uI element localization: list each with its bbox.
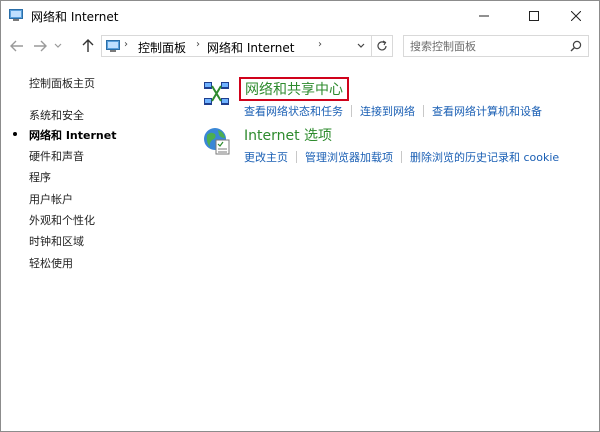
close-button[interactable]	[553, 1, 599, 31]
link-divider	[423, 105, 424, 117]
control-panel-location-icon	[106, 40, 120, 52]
network-sharing-center-link[interactable]: 网络和共享中心	[239, 77, 349, 101]
active-bullet-icon	[13, 132, 17, 136]
back-button[interactable]	[8, 36, 26, 56]
breadcrumb-separator-icon[interactable]: ›	[124, 39, 128, 50]
minimize-icon	[479, 15, 489, 17]
internet-options-icon	[204, 128, 230, 155]
chevron-down-icon	[54, 43, 62, 48]
nav-user-accounts[interactable]: 用户帐户	[29, 191, 73, 207]
internet-options-link[interactable]: Internet 选项	[244, 125, 332, 145]
breadcrumb-control-panel[interactable]: 控制面板	[138, 39, 186, 56]
view-network-status-link[interactable]: 查看网络状态和任务	[244, 105, 343, 118]
manage-addons-link[interactable]: 管理浏览器加载项	[305, 151, 393, 164]
nav-ease-of-access[interactable]: 轻松使用	[29, 255, 73, 271]
nav-clock-region[interactable]: 时钟和区域	[29, 233, 84, 249]
delete-history-link[interactable]: 删除浏览的历史记录和 cookie	[410, 151, 559, 164]
internet-options-tasks: 更改主页 管理浏览器加载项 删除浏览的历史记录和 cookie	[244, 149, 559, 165]
chevron-down-icon	[357, 43, 365, 48]
arrow-right-icon	[34, 40, 47, 52]
nav-programs[interactable]: 程序	[29, 169, 51, 185]
search-input[interactable]	[410, 38, 560, 54]
link-divider	[401, 151, 402, 163]
up-button[interactable]	[79, 36, 97, 56]
link-divider	[296, 151, 297, 163]
nav-appearance[interactable]: 外观和个性化	[29, 212, 95, 228]
window-title: 网络和 Internet	[31, 10, 119, 24]
maximize-button[interactable]	[511, 1, 557, 31]
nav-control-panel-home[interactable]: 控制面板主页	[29, 75, 95, 91]
minimize-button[interactable]	[461, 1, 507, 31]
address-dropdown-button[interactable]	[353, 35, 369, 57]
search-icon[interactable]	[570, 40, 582, 52]
nav-network-internet[interactable]: 网络和 Internet	[29, 127, 116, 143]
control-panel-window: 网络和 Internet › 控制面板 › 网络和 Internet › 搜索控…	[0, 0, 600, 432]
network-sharing-center-tasks: 查看网络状态和任务 连接到网络 查看网络计算机和设备	[244, 103, 542, 119]
breadcrumb-separator-icon[interactable]: ›	[196, 39, 200, 50]
forward-button[interactable]	[31, 36, 49, 56]
arrow-left-icon	[10, 40, 23, 52]
nav-hardware-sound[interactable]: 硬件和声音	[29, 148, 84, 164]
connect-to-network-link[interactable]: 连接到网络	[360, 105, 415, 118]
navigation-bar: › 控制面板 › 网络和 Internet ›	[1, 31, 599, 61]
change-homepage-link[interactable]: 更改主页	[244, 151, 288, 164]
breadcrumb-network-internet[interactable]: 网络和 Internet	[207, 39, 294, 56]
maximize-icon	[529, 11, 539, 21]
view-network-computers-link[interactable]: 查看网络计算机和设备	[432, 105, 542, 118]
close-icon	[571, 11, 581, 21]
network-sharing-center-icon	[204, 82, 229, 105]
refresh-button[interactable]	[371, 35, 393, 57]
arrow-up-icon	[82, 39, 94, 52]
refresh-icon	[377, 40, 387, 51]
nav-system-security[interactable]: 系统和安全	[29, 107, 84, 123]
control-panel-app-icon	[9, 9, 23, 21]
recent-locations-button[interactable]	[51, 36, 65, 56]
search-box[interactable]	[403, 35, 589, 57]
address-bar[interactable]: › 控制面板 › 网络和 Internet ›	[101, 35, 393, 57]
title-bar[interactable]: 网络和 Internet	[1, 1, 599, 31]
left-navigation-pane: 控制面板主页 系统和安全 网络和 Internet 硬件和声音 程序 用户帐户 …	[1, 61, 191, 431]
breadcrumb-separator-icon[interactable]: ›	[318, 39, 322, 50]
link-divider	[351, 105, 352, 117]
